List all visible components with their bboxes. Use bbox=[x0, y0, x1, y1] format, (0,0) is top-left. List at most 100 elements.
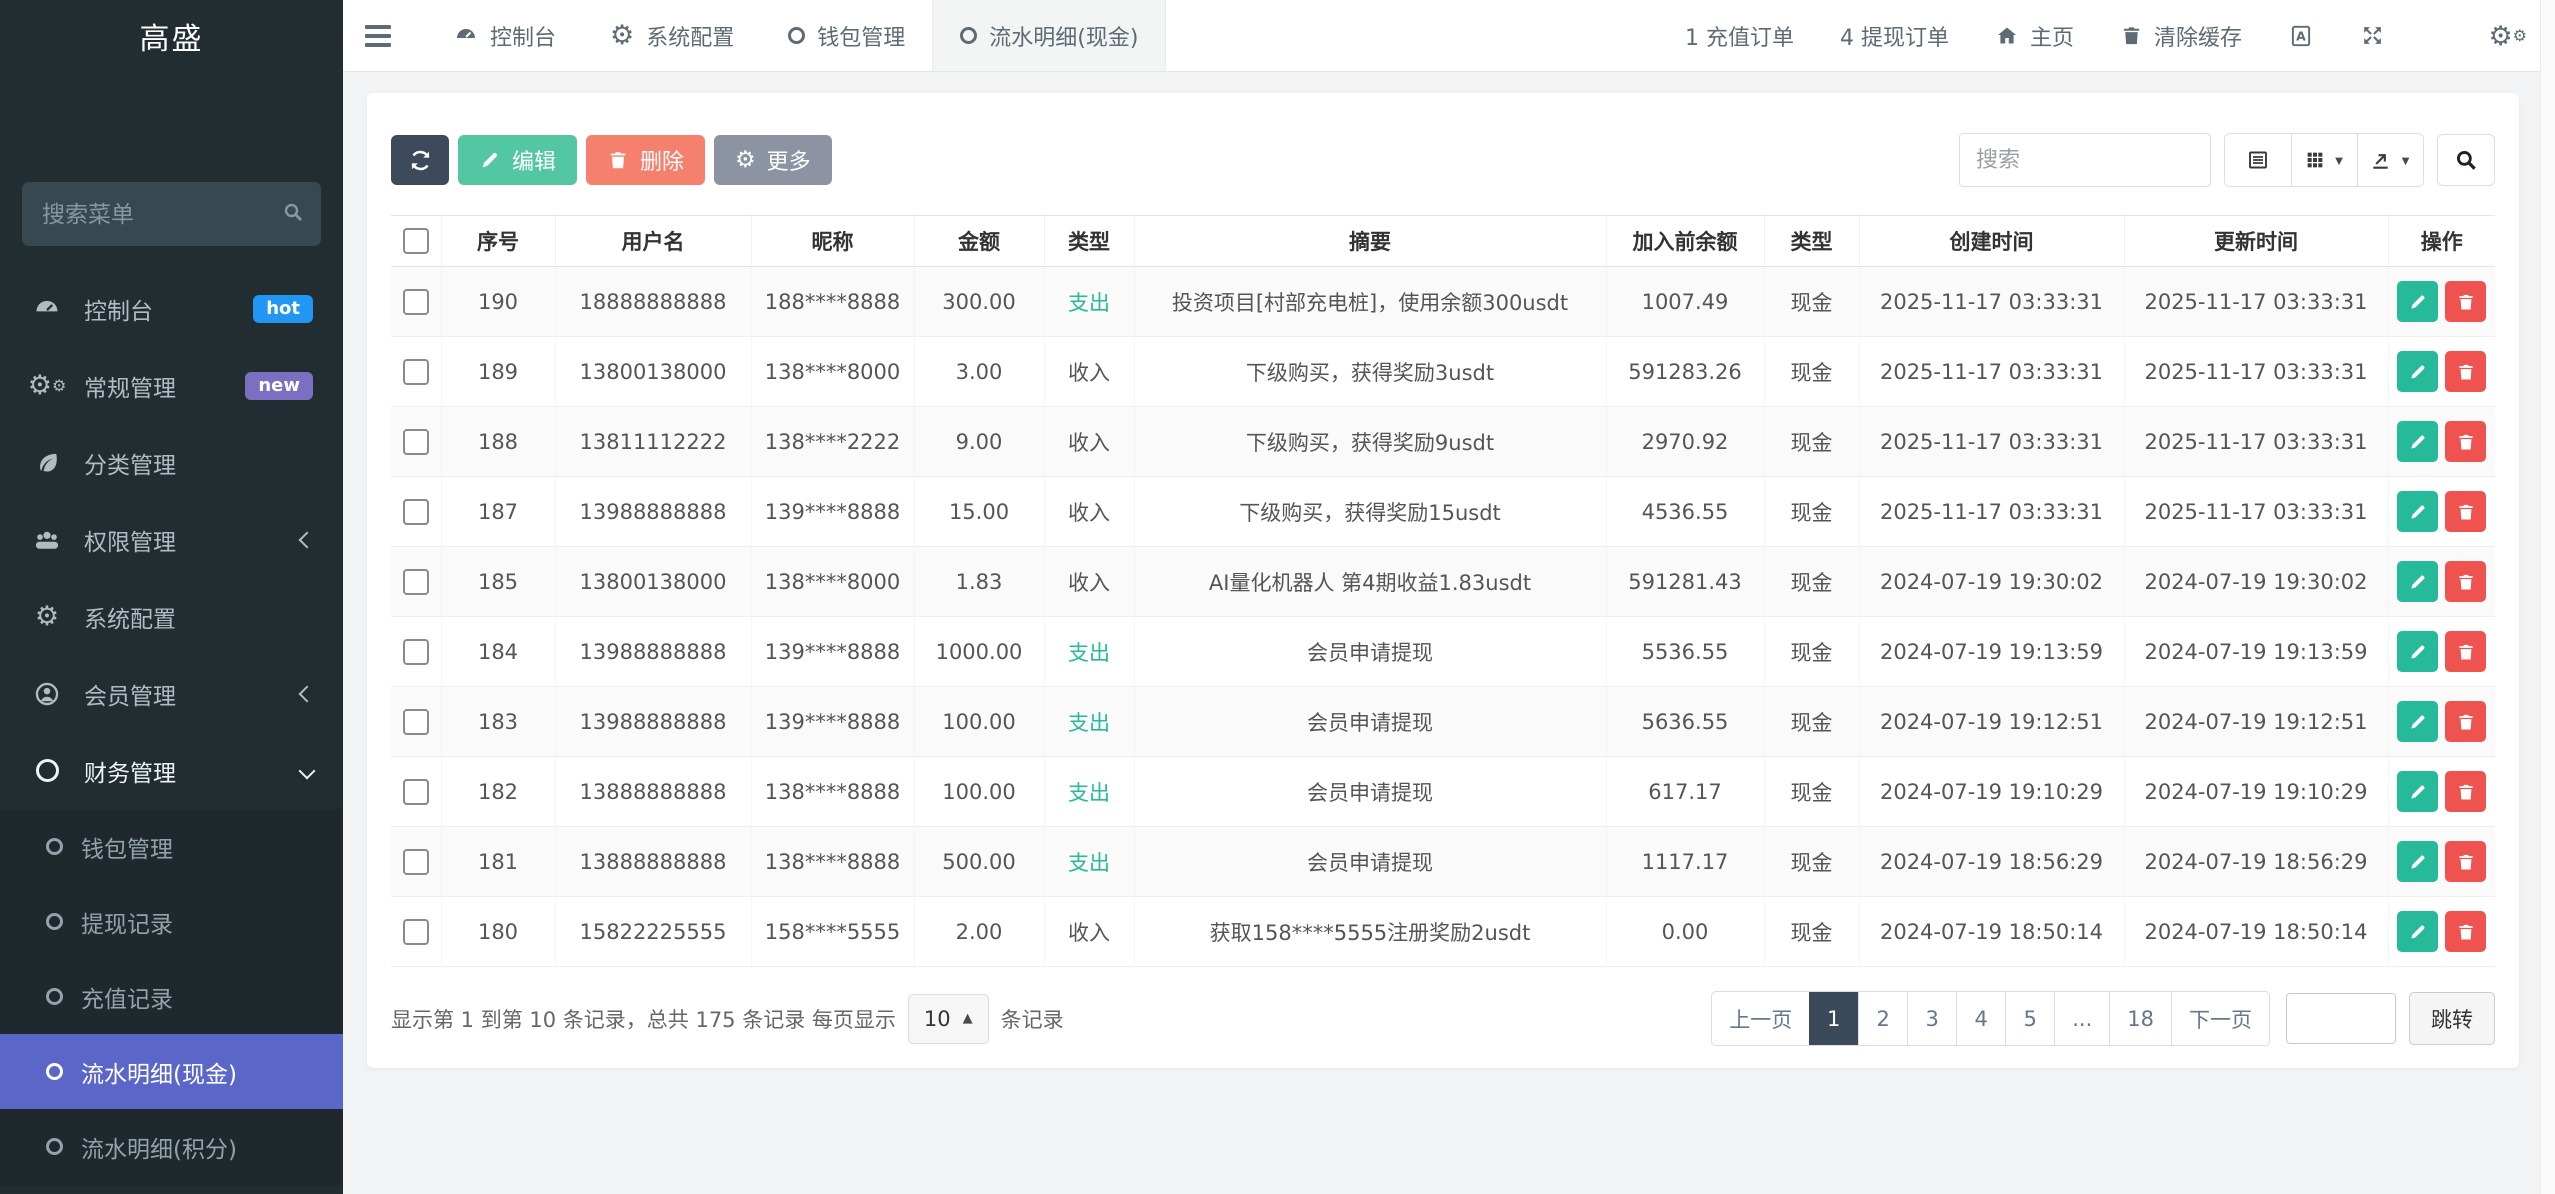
row-edit-button[interactable] bbox=[2397, 491, 2439, 532]
export-button[interactable]: ▼ bbox=[2357, 134, 2423, 186]
tab-console[interactable]: 控制台 bbox=[427, 0, 583, 71]
scrollbar[interactable] bbox=[2540, 0, 2555, 1194]
row-edit-button[interactable] bbox=[2397, 281, 2439, 322]
row-checkbox[interactable] bbox=[402, 288, 429, 315]
row-edit-button[interactable] bbox=[2397, 631, 2439, 672]
page-button-18[interactable]: 18 bbox=[2109, 992, 2171, 1045]
cell-username: 13988888888 bbox=[555, 686, 752, 757]
row-delete-button[interactable] bbox=[2445, 841, 2487, 882]
recharge-orders-link[interactable]: 1 充值订单 bbox=[1685, 20, 1794, 52]
page-button-3[interactable]: 3 bbox=[1907, 992, 1957, 1045]
submenu-item[interactable]: 钱包管理 bbox=[0, 809, 343, 884]
sidebar-item-permissions[interactable]: 权限管理 bbox=[0, 501, 343, 578]
row-delete-button[interactable] bbox=[2445, 421, 2487, 462]
sidebar-item-system-config[interactable]: ⚙ 系统配置 bbox=[0, 578, 343, 655]
gear-icon: ⚙ bbox=[610, 20, 635, 51]
submenu-item[interactable]: 流水明细(现金) bbox=[0, 1034, 343, 1109]
withdraw-orders-link[interactable]: 4 提现订单 bbox=[1840, 20, 1949, 52]
sidebar-item-category[interactable]: 分类管理 bbox=[0, 424, 343, 501]
page-size-dropdown[interactable]: 10 ▲ bbox=[907, 993, 989, 1044]
submenu-item[interactable]: 流水明细(积分) bbox=[0, 1109, 343, 1184]
cell-created: 2025-11-17 03:33:31 bbox=[1859, 336, 2125, 407]
submenu-item[interactable]: 提现记录 bbox=[0, 884, 343, 959]
tab-system-config[interactable]: ⚙ 系统配置 bbox=[583, 0, 761, 71]
translate-icon[interactable]: A bbox=[2288, 23, 2314, 49]
row-delete-button[interactable] bbox=[2445, 701, 2487, 742]
cell-index: 183 bbox=[441, 686, 556, 757]
row-checkbox[interactable] bbox=[402, 568, 429, 595]
row-checkbox[interactable] bbox=[402, 638, 429, 665]
row-select-cell bbox=[391, 476, 442, 547]
next-page-button[interactable]: 下一页 bbox=[2171, 992, 2269, 1045]
sidebar-item-label: 会员管理 bbox=[84, 683, 176, 710]
page-button-4[interactable]: 4 bbox=[1956, 992, 2006, 1045]
row-edit-button[interactable] bbox=[2397, 911, 2439, 952]
row-edit-button[interactable] bbox=[2397, 701, 2439, 742]
row-edit-button[interactable] bbox=[2397, 561, 2439, 602]
row-checkbox[interactable] bbox=[402, 428, 429, 455]
submenu-item[interactable]: 充值记录 bbox=[0, 959, 343, 1034]
clear-cache-link[interactable]: 清除缓存 bbox=[2120, 20, 2242, 52]
row-checkbox[interactable] bbox=[402, 708, 429, 735]
home-link[interactable]: 主页 bbox=[1995, 20, 2074, 52]
row-select-cell bbox=[391, 336, 442, 407]
cell-balance: 617.17 bbox=[1606, 756, 1765, 827]
jump-button[interactable]: 跳转 bbox=[2409, 992, 2495, 1045]
row-checkbox[interactable] bbox=[402, 918, 429, 945]
cell-actions bbox=[2388, 336, 2495, 407]
detail-view-button[interactable] bbox=[2225, 134, 2291, 186]
sidebar-item-console[interactable]: 控制台 hot bbox=[0, 270, 343, 347]
cell-created: 2024-07-19 19:10:29 bbox=[1859, 756, 2125, 827]
row-edit-button[interactable] bbox=[2397, 421, 2439, 462]
cell-type: 收入 bbox=[1044, 546, 1135, 617]
more-button[interactable]: ⚙ 更多 bbox=[714, 135, 832, 185]
row-delete-button[interactable] bbox=[2445, 351, 2487, 392]
pencil-icon bbox=[479, 149, 501, 171]
search-submit-button[interactable] bbox=[2437, 134, 2495, 186]
sidebar-item-general[interactable]: ⚙ ⚙ 常规管理 new bbox=[0, 347, 343, 424]
row-edit-button[interactable] bbox=[2397, 841, 2439, 882]
cell-amount: 3.00 bbox=[914, 336, 1045, 407]
page-button-2[interactable]: 2 bbox=[1858, 992, 1908, 1045]
row-delete-button[interactable] bbox=[2445, 561, 2487, 602]
cell-type: 支出 bbox=[1044, 616, 1135, 687]
row-delete-button[interactable] bbox=[2445, 281, 2487, 322]
hamburger-menu-icon[interactable] bbox=[343, 24, 413, 47]
edit-button[interactable]: 编辑 bbox=[458, 135, 578, 185]
select-all-checkbox[interactable] bbox=[402, 228, 429, 254]
fullscreen-icon[interactable] bbox=[2360, 23, 2385, 48]
jump-page-input[interactable] bbox=[2286, 993, 2396, 1044]
page-ellipsis[interactable]: ... bbox=[2054, 992, 2110, 1045]
row-edit-button[interactable] bbox=[2397, 351, 2439, 392]
cell-nickname: 139****8888 bbox=[751, 476, 915, 547]
row-checkbox[interactable] bbox=[402, 358, 429, 385]
table-search-input[interactable] bbox=[1959, 133, 2211, 187]
row-checkbox[interactable] bbox=[402, 778, 429, 805]
col-summary: 摘要 bbox=[1134, 215, 1607, 267]
row-delete-button[interactable] bbox=[2445, 631, 2487, 672]
sidebar-item-finance[interactable]: 财务管理 bbox=[0, 732, 343, 809]
page-button-1[interactable]: 1 bbox=[1809, 992, 1859, 1045]
delete-button[interactable]: 删除 bbox=[586, 135, 706, 185]
prev-page-button[interactable]: 上一页 bbox=[1712, 992, 1810, 1045]
cell-type: 收入 bbox=[1044, 476, 1135, 547]
row-delete-button[interactable] bbox=[2445, 491, 2487, 532]
col-index: 序号 bbox=[441, 215, 556, 267]
tab-wallet[interactable]: 钱包管理 bbox=[761, 0, 932, 71]
sidebar-search-input[interactable] bbox=[22, 182, 321, 246]
row-delete-button[interactable] bbox=[2445, 911, 2487, 952]
sidebar-item-members[interactable]: 会员管理 bbox=[0, 655, 343, 732]
settings-gears-icon[interactable]: ⚙ ⚙ bbox=[2488, 0, 2527, 72]
main-area: 控制台 ⚙ 系统配置 钱包管理 流水明细(现金) 1 充值订单 4 提现订单 主… bbox=[343, 0, 2555, 1194]
columns-button[interactable]: ▼ bbox=[2291, 134, 2357, 186]
row-checkbox[interactable] bbox=[402, 848, 429, 875]
row-delete-button[interactable] bbox=[2445, 771, 2487, 812]
row-select-cell bbox=[391, 266, 442, 337]
page-button-5[interactable]: 5 bbox=[2005, 992, 2055, 1045]
tab-cash-flow-active[interactable]: 流水明细(现金) bbox=[932, 0, 1167, 71]
row-checkbox[interactable] bbox=[402, 498, 429, 525]
row-edit-button[interactable] bbox=[2397, 771, 2439, 812]
cell-username: 13800138000 bbox=[555, 336, 752, 407]
submenu-item-label: 充值记录 bbox=[81, 986, 173, 1013]
refresh-button[interactable] bbox=[391, 135, 449, 185]
